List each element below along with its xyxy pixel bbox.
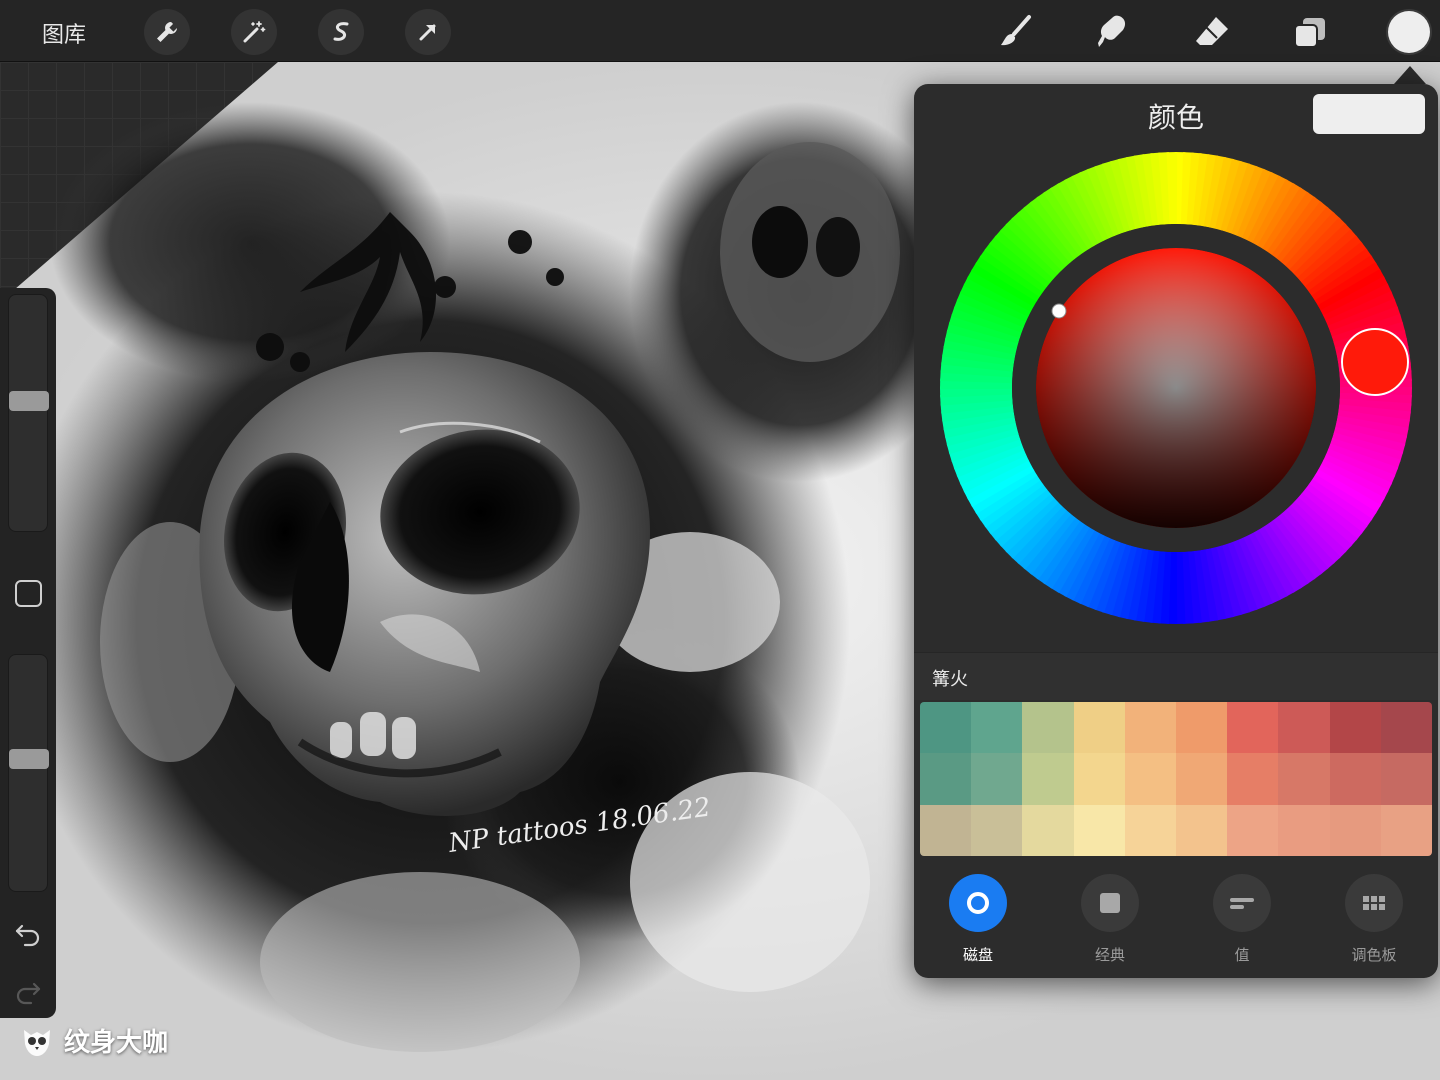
palette-swatch[interactable] bbox=[971, 702, 1023, 754]
tab-classic[interactable]: 经典 bbox=[1060, 874, 1160, 965]
tab-label: 值 bbox=[1234, 946, 1250, 964]
value-sliders-icon bbox=[1213, 874, 1271, 932]
modify-square-button[interactable] bbox=[15, 580, 42, 607]
palette-swatch[interactable] bbox=[1329, 753, 1381, 805]
palette-swatch[interactable] bbox=[1329, 804, 1381, 856]
owl-logo-icon bbox=[24, 1029, 50, 1056]
color-disc[interactable] bbox=[940, 152, 1412, 624]
transform-arrow-icon[interactable] bbox=[405, 9, 451, 55]
undo-icon[interactable] bbox=[13, 918, 43, 948]
brush-icon[interactable] bbox=[994, 10, 1038, 54]
current-color-button[interactable] bbox=[1388, 11, 1430, 53]
panel-pointer bbox=[1394, 66, 1426, 84]
tab-label: 调色板 bbox=[1351, 946, 1397, 964]
layers-icon[interactable] bbox=[1288, 10, 1332, 54]
palette-swatch[interactable] bbox=[920, 753, 972, 805]
wrench-icon[interactable] bbox=[144, 9, 190, 55]
palette-swatch[interactable] bbox=[1278, 753, 1330, 805]
brush-size-slider[interactable] bbox=[8, 294, 49, 532]
color-mode-tabs: 磁盘 经典 值 调色板 bbox=[914, 874, 1438, 974]
left-sidebar bbox=[0, 288, 56, 1018]
palette-swatch[interactable] bbox=[1227, 804, 1279, 856]
palette-name: 篝火 bbox=[932, 669, 968, 690]
brush-opacity-slider[interactable] bbox=[8, 654, 49, 892]
palette-swatch[interactable] bbox=[1380, 702, 1432, 754]
tab-disc[interactable]: 磁盘 bbox=[928, 874, 1028, 965]
palette-swatch[interactable] bbox=[971, 753, 1023, 805]
smudge-icon[interactable] bbox=[1091, 10, 1135, 54]
current-color-swatch[interactable] bbox=[1313, 94, 1425, 134]
palette-swatch[interactable] bbox=[1176, 753, 1228, 805]
palette-swatch[interactable] bbox=[1380, 804, 1432, 856]
magic-wand-icon[interactable] bbox=[231, 9, 277, 55]
selection-icon[interactable] bbox=[318, 9, 364, 55]
palette-swatch[interactable] bbox=[1022, 753, 1074, 805]
palette-swatch[interactable] bbox=[1124, 804, 1176, 856]
color-panel: 颜色 篝火 磁盘 经典 值 调色板 bbox=[914, 84, 1438, 978]
classic-square-icon bbox=[1081, 874, 1139, 932]
palette-swatch[interactable] bbox=[1022, 702, 1074, 754]
watermark-text: 纹身大咖 bbox=[64, 1028, 169, 1058]
palette-swatch[interactable] bbox=[1073, 753, 1125, 805]
palette-grid-icon bbox=[1345, 874, 1403, 932]
palette-swatch[interactable] bbox=[1227, 753, 1279, 805]
palette-swatch[interactable] bbox=[1176, 804, 1228, 856]
brush-size-thumb[interactable] bbox=[9, 390, 49, 411]
palette-swatch[interactable] bbox=[1278, 804, 1330, 856]
saturation-brightness-disc[interactable] bbox=[1036, 248, 1316, 528]
palette-swatch[interactable] bbox=[1124, 702, 1176, 754]
saturation-picker-handle[interactable] bbox=[1051, 303, 1067, 319]
palette-swatch[interactable] bbox=[1380, 753, 1432, 805]
tab-value[interactable]: 值 bbox=[1192, 874, 1292, 965]
eraser-icon[interactable] bbox=[1190, 10, 1234, 54]
palette-swatch[interactable] bbox=[1278, 702, 1330, 754]
gallery-button[interactable]: 图库 bbox=[42, 17, 86, 49]
palette-swatch[interactable] bbox=[1124, 753, 1176, 805]
tab-label: 经典 bbox=[1094, 946, 1125, 964]
watermark: 纹身大咖 bbox=[20, 1022, 168, 1059]
palette-swatch[interactable] bbox=[1176, 702, 1228, 754]
palette-header: 篝火 bbox=[914, 652, 1438, 700]
disc-icon bbox=[949, 874, 1007, 932]
palette-swatch[interactable] bbox=[1022, 804, 1074, 856]
tab-label: 磁盘 bbox=[962, 946, 993, 964]
palette-swatch[interactable] bbox=[920, 804, 972, 856]
top-toolbar: 图库 bbox=[0, 0, 1440, 62]
tab-palettes[interactable]: 调色板 bbox=[1324, 874, 1424, 965]
brush-opacity-thumb[interactable] bbox=[9, 748, 49, 769]
palette-swatch[interactable] bbox=[1073, 804, 1125, 856]
palette-swatch-grid[interactable] bbox=[920, 702, 1432, 856]
palette-swatch[interactable] bbox=[920, 702, 972, 754]
palette-swatch[interactable] bbox=[1073, 702, 1125, 754]
palette-swatch[interactable] bbox=[1227, 702, 1279, 754]
hue-picker-handle[interactable] bbox=[1341, 328, 1409, 396]
palette-swatch[interactable] bbox=[971, 804, 1023, 856]
redo-icon[interactable] bbox=[13, 976, 43, 1006]
palette-swatch[interactable] bbox=[1329, 702, 1381, 754]
